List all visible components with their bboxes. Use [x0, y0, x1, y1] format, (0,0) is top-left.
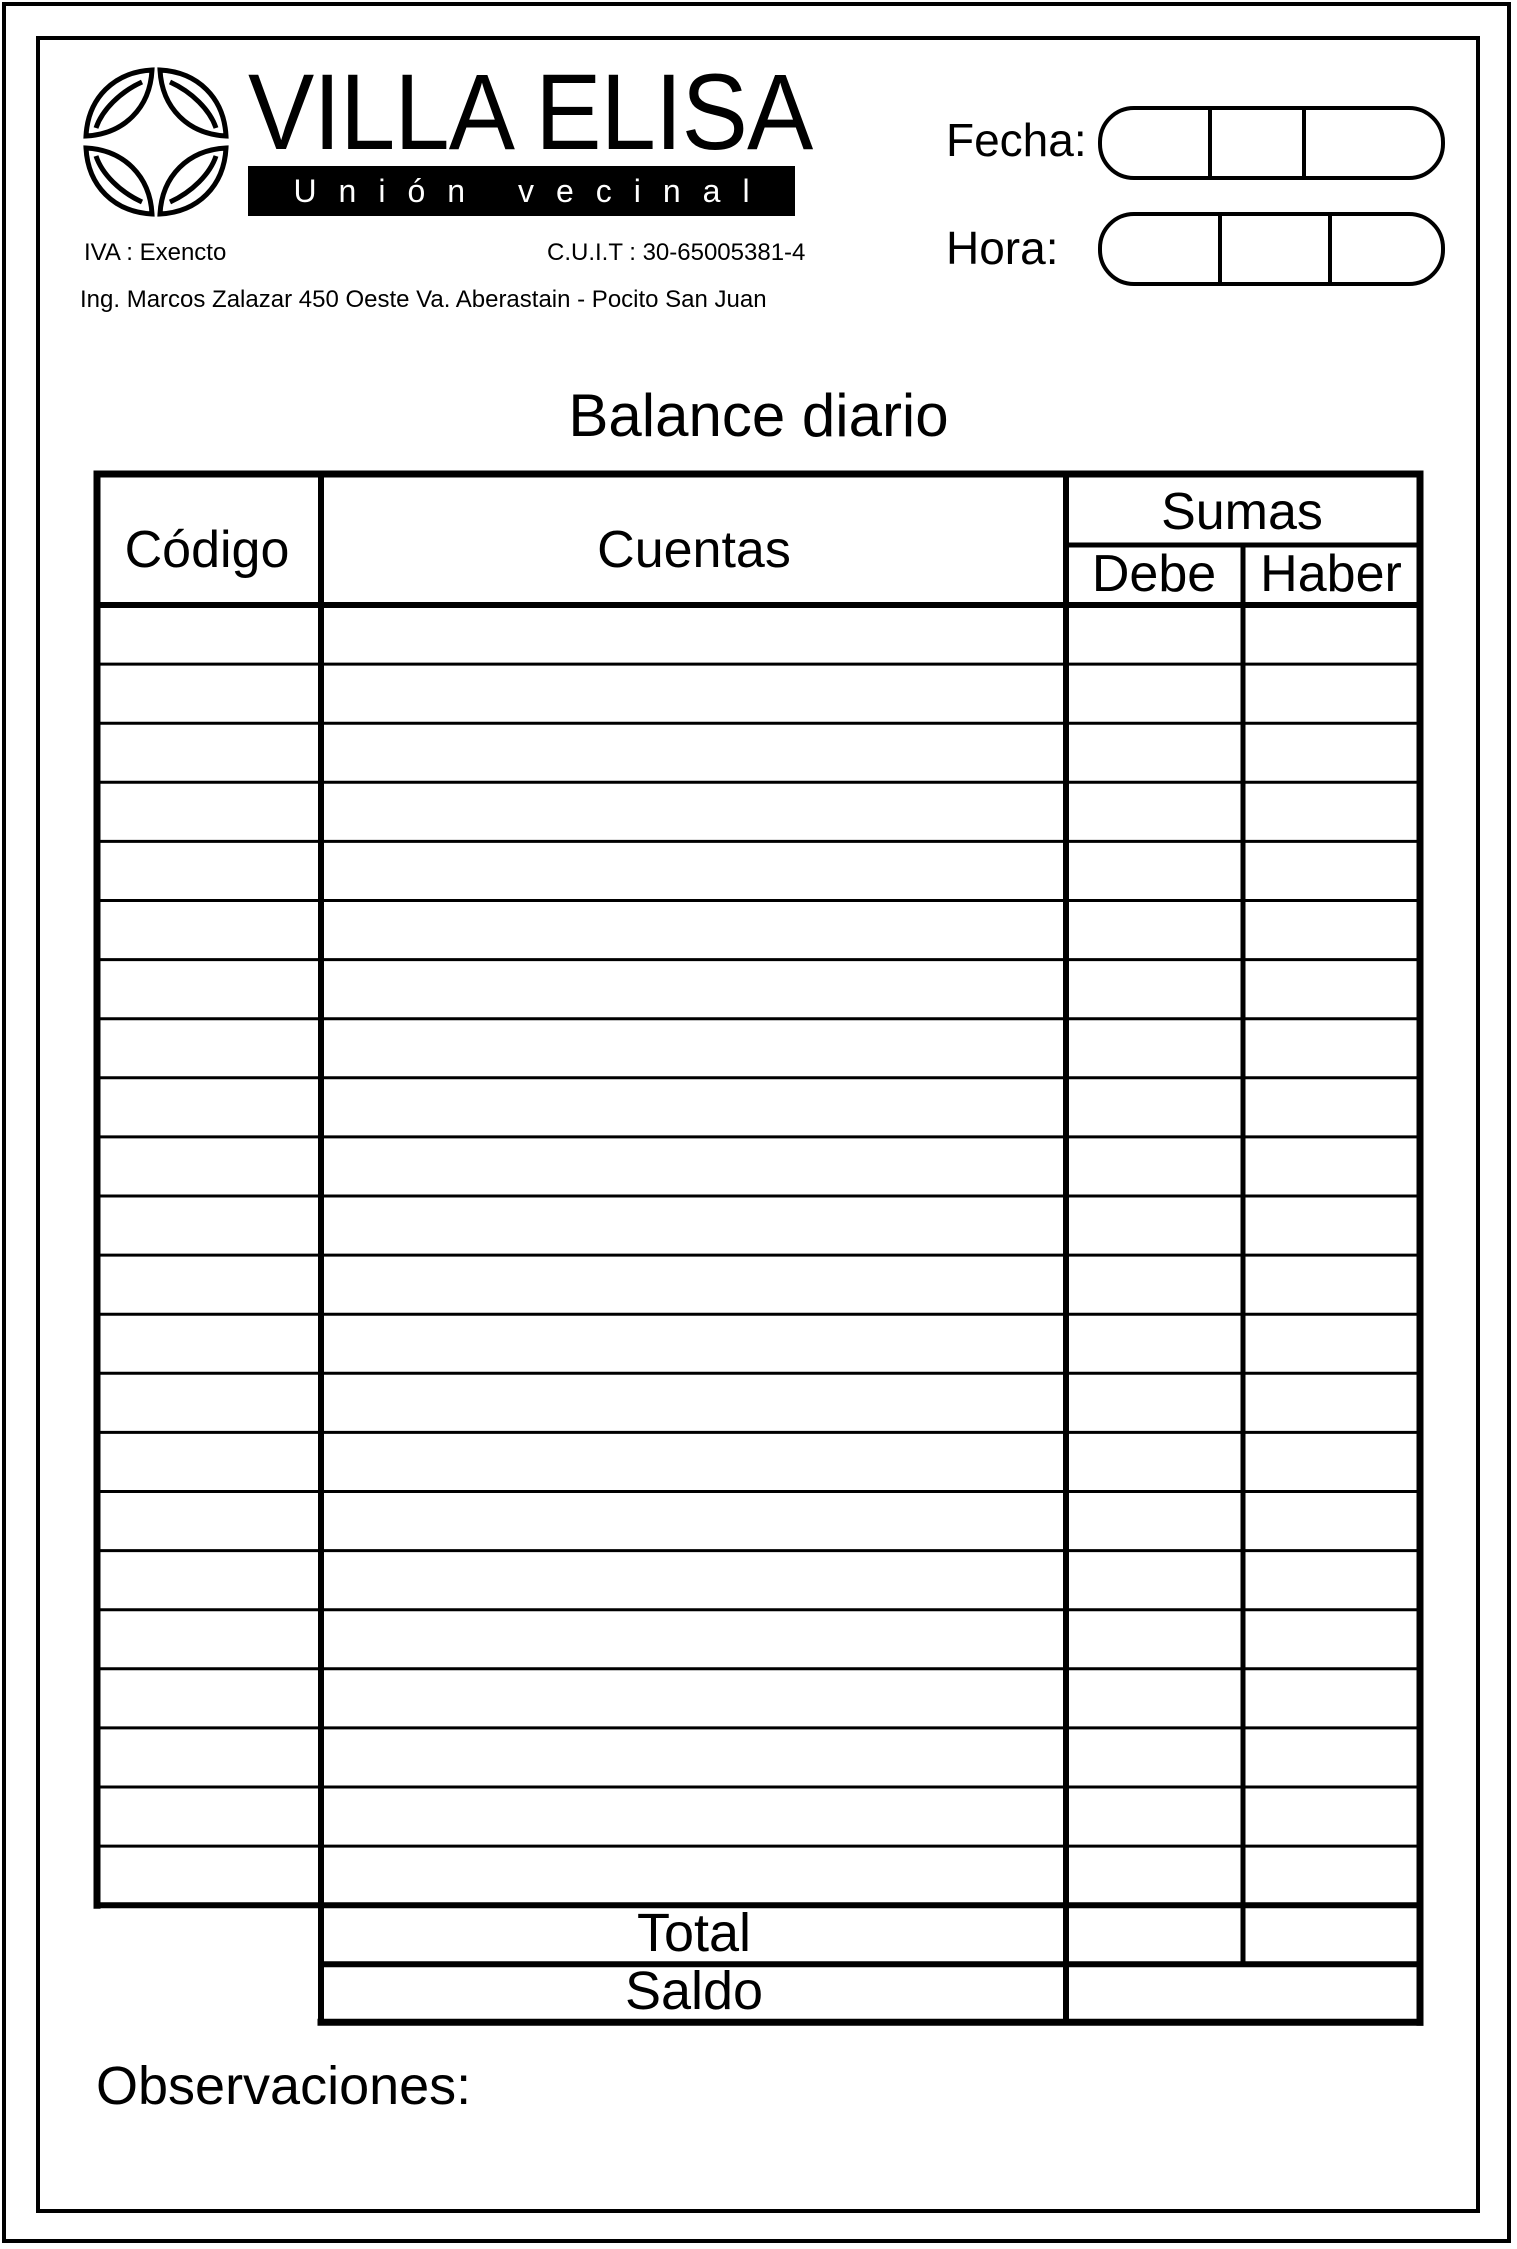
cell-codigo[interactable] — [101, 1672, 317, 1725]
cell-debe[interactable] — [1070, 1081, 1239, 1134]
cell-codigo[interactable] — [101, 1376, 317, 1429]
cell-haber[interactable] — [1247, 1849, 1416, 1902]
cell-debe[interactable] — [1070, 608, 1239, 661]
cell-codigo[interactable] — [101, 1849, 317, 1902]
cell-cuentas[interactable] — [325, 1849, 1062, 1902]
cell-debe[interactable] — [1070, 963, 1239, 1016]
cell-haber[interactable] — [1247, 844, 1416, 897]
cell-codigo[interactable] — [101, 1554, 317, 1607]
cell-codigo[interactable] — [101, 1199, 317, 1252]
cell-codigo[interactable] — [101, 1613, 317, 1666]
cell-debe[interactable] — [1070, 1790, 1239, 1843]
column-header-codigo: Código — [124, 521, 290, 579]
cell-haber[interactable] — [1247, 904, 1416, 957]
cell-cuentas[interactable] — [325, 1435, 1062, 1488]
cell-codigo[interactable] — [101, 1140, 317, 1193]
column-header-cuentas: Cuentas — [597, 521, 791, 579]
cell-debe[interactable] — [1070, 1554, 1239, 1607]
cell-cuentas[interactable] — [325, 1199, 1062, 1252]
cell-debe[interactable] — [1070, 1140, 1239, 1193]
cell-codigo[interactable] — [101, 844, 317, 897]
cell-codigo[interactable] — [101, 1022, 317, 1075]
cell-debe[interactable] — [1070, 1849, 1239, 1902]
cell-haber[interactable] — [1247, 1376, 1416, 1429]
cell-cuentas[interactable] — [325, 1317, 1062, 1370]
total-label: Total — [636, 1903, 752, 1963]
cell-haber[interactable] — [1247, 667, 1416, 720]
cell-codigo[interactable] — [101, 726, 317, 779]
cell-codigo[interactable] — [101, 904, 317, 957]
cell-codigo[interactable] — [101, 1731, 317, 1784]
cell-codigo[interactable] — [101, 1258, 317, 1311]
total-haber-cell[interactable] — [1247, 1909, 1416, 1960]
cell-cuentas[interactable] — [325, 1258, 1062, 1311]
cell-codigo[interactable] — [101, 1081, 317, 1134]
cell-codigo[interactable] — [101, 963, 317, 1016]
cell-haber[interactable] — [1247, 1554, 1416, 1607]
cell-cuentas[interactable] — [325, 1790, 1062, 1843]
cell-cuentas[interactable] — [325, 1731, 1062, 1784]
cell-debe[interactable] — [1070, 904, 1239, 957]
cell-haber[interactable] — [1247, 1495, 1416, 1548]
cell-codigo[interactable] — [101, 1495, 317, 1548]
cell-cuentas[interactable] — [325, 1613, 1062, 1666]
cell-cuentas[interactable] — [325, 1376, 1062, 1429]
column-header-haber: Haber — [1260, 545, 1402, 603]
cell-codigo[interactable] — [101, 1790, 317, 1843]
cell-haber[interactable] — [1247, 1199, 1416, 1252]
cell-cuentas[interactable] — [325, 963, 1062, 1016]
cell-debe[interactable] — [1070, 726, 1239, 779]
cell-haber[interactable] — [1247, 1435, 1416, 1488]
cell-debe[interactable] — [1070, 1317, 1239, 1370]
cell-debe[interactable] — [1070, 1731, 1239, 1784]
cell-debe[interactable] — [1070, 1672, 1239, 1725]
cell-codigo[interactable] — [101, 1435, 317, 1488]
saldo-label: Saldo — [624, 1961, 764, 2021]
cell-haber[interactable] — [1247, 1081, 1416, 1134]
cell-codigo[interactable] — [101, 785, 317, 838]
cell-codigo[interactable] — [101, 1317, 317, 1370]
cell-haber[interactable] — [1247, 726, 1416, 779]
cell-debe[interactable] — [1070, 844, 1239, 897]
cell-haber[interactable] — [1247, 1022, 1416, 1075]
cell-cuentas[interactable] — [325, 785, 1062, 838]
cell-cuentas[interactable] — [325, 1081, 1062, 1134]
cell-debe[interactable] — [1070, 1199, 1239, 1252]
observaciones-label: Observaciones: — [96, 2056, 472, 2116]
cell-cuentas[interactable] — [325, 1554, 1062, 1607]
cell-debe[interactable] — [1070, 1435, 1239, 1488]
cell-haber[interactable] — [1247, 1613, 1416, 1666]
cell-haber[interactable] — [1247, 1731, 1416, 1784]
cell-haber[interactable] — [1247, 608, 1416, 661]
cell-codigo[interactable] — [101, 608, 317, 661]
cell-cuentas[interactable] — [325, 1672, 1062, 1725]
cell-cuentas[interactable] — [325, 608, 1062, 661]
column-header-sumas: Sumas — [1161, 483, 1323, 541]
total-debe-cell[interactable] — [1070, 1909, 1239, 1960]
cell-debe[interactable] — [1070, 667, 1239, 720]
cell-debe[interactable] — [1070, 1495, 1239, 1548]
cell-cuentas[interactable] — [325, 844, 1062, 897]
cell-haber[interactable] — [1247, 1672, 1416, 1725]
cell-haber[interactable] — [1247, 1140, 1416, 1193]
column-header-debe: Debe — [1091, 545, 1217, 603]
cell-cuentas[interactable] — [325, 726, 1062, 779]
cell-haber[interactable] — [1247, 963, 1416, 1016]
cell-haber[interactable] — [1247, 785, 1416, 838]
cell-haber[interactable] — [1247, 1317, 1416, 1370]
cell-debe[interactable] — [1070, 785, 1239, 838]
cell-cuentas[interactable] — [325, 1140, 1062, 1193]
cell-haber[interactable] — [1247, 1258, 1416, 1311]
cell-debe[interactable] — [1070, 1022, 1239, 1075]
cell-cuentas[interactable] — [325, 904, 1062, 957]
cell-haber[interactable] — [1247, 1790, 1416, 1843]
cell-cuentas[interactable] — [325, 667, 1062, 720]
cell-debe[interactable] — [1070, 1376, 1239, 1429]
cell-cuentas[interactable] — [325, 1022, 1062, 1075]
cell-cuentas[interactable] — [325, 1495, 1062, 1548]
cell-debe[interactable] — [1070, 1258, 1239, 1311]
cell-codigo[interactable] — [101, 667, 317, 720]
cell-debe[interactable] — [1070, 1613, 1239, 1666]
saldo-value-cell[interactable] — [1070, 1968, 1416, 2018]
